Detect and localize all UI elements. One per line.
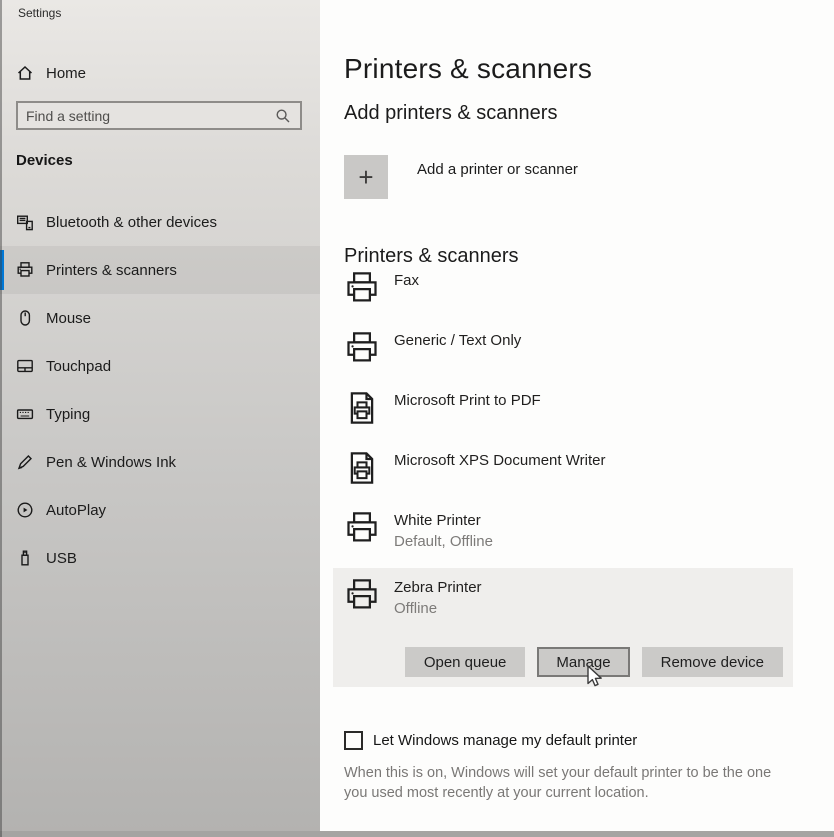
printer-action-buttons: Open queue Manage Remove device [405, 647, 783, 677]
printer-row-fax[interactable]: Fax [344, 270, 419, 306]
printer-name: Zebra Printer [394, 579, 482, 596]
printer-row-zebra-printer-expanded[interactable]: Zebra Printer Offline Open queue Manage … [333, 568, 793, 687]
printer-name: Generic / Text Only [394, 332, 521, 349]
sidebar-item-label: Typing [46, 406, 90, 423]
printer-status: Default, Offline [394, 533, 493, 550]
autoplay-icon [16, 501, 34, 519]
touchpad-icon [16, 357, 34, 375]
printer-row-white-printer[interactable]: White Printer Default, Offline [344, 510, 493, 550]
sidebar-item-label: Mouse [46, 310, 91, 327]
printer-row-microsoft-print-to-pdf[interactable]: Microsoft Print to PDF [344, 390, 541, 426]
printer-name: Microsoft XPS Document Writer [394, 452, 605, 469]
sidebar-item-label: Pen & Windows Ink [46, 454, 176, 471]
usb-icon [16, 549, 34, 567]
sidebar-item-mouse[interactable]: Mouse [0, 294, 320, 342]
manage-button[interactable]: Manage [537, 647, 629, 677]
search-box[interactable] [16, 101, 302, 130]
add-printer-label: Add a printer or scanner [417, 161, 578, 199]
sidebar-item-label: Touchpad [46, 358, 111, 375]
document-printer-icon [344, 450, 380, 486]
printer-icon [344, 577, 380, 613]
printer-row-zebra-printer[interactable]: Zebra Printer Offline [344, 577, 482, 617]
main-content: Printers & scanners Add printers & scann… [320, 0, 834, 837]
page-title: Printers & scanners [344, 53, 592, 85]
search-icon[interactable] [275, 108, 291, 124]
printer-name: Fax [394, 272, 419, 289]
keyboard-icon [16, 405, 34, 423]
sidebar-item-home[interactable]: Home [0, 56, 320, 90]
pen-icon [16, 453, 34, 471]
add-printer-button[interactable]: + Add a printer or scanner [344, 155, 578, 199]
plus-icon[interactable]: + [344, 155, 388, 199]
printer-status: Offline [394, 600, 482, 617]
sidebar-item-bluetooth-other-devices[interactable]: Bluetooth & other devices [0, 198, 320, 246]
default-printer-checkbox-row[interactable]: Let Windows manage my default printer [344, 731, 637, 750]
window-title: Settings [18, 6, 61, 20]
devices-icon [16, 213, 34, 231]
search-input[interactable] [18, 108, 275, 124]
sidebar-item-label: Bluetooth & other devices [46, 214, 217, 231]
settings-window: Settings Home Devices [0, 0, 834, 837]
sidebar-item-label: Printers & scanners [46, 262, 177, 279]
printer-name: White Printer [394, 512, 493, 529]
document-printer-icon [344, 390, 380, 426]
sidebar-item-autoplay[interactable]: AutoPlay [0, 486, 320, 534]
sidebar-item-touchpad[interactable]: Touchpad [0, 342, 320, 390]
window-left-edge [0, 0, 2, 837]
sidebar-item-usb[interactable]: USB [0, 534, 320, 582]
printer-icon [344, 330, 380, 366]
sidebar-item-label: Home [46, 65, 86, 82]
sidebar-item-label: USB [46, 550, 77, 567]
open-queue-button[interactable]: Open queue [405, 647, 526, 677]
default-printer-description: When this is on, Windows will set your d… [344, 763, 796, 804]
home-icon [16, 64, 34, 82]
sidebar-item-printers-scanners[interactable]: Printers & scanners [0, 246, 320, 294]
default-printer-checkbox-label: Let Windows manage my default printer [373, 732, 637, 749]
mouse-icon [16, 309, 34, 327]
printer-row-generic-text-only[interactable]: Generic / Text Only [344, 330, 521, 366]
window-bottom-edge [0, 831, 834, 837]
printers-list-heading: Printers & scanners [344, 245, 519, 268]
printer-name: Microsoft Print to PDF [394, 392, 541, 409]
sidebar-item-label: AutoPlay [46, 502, 106, 519]
sidebar-item-typing[interactable]: Typing [0, 390, 320, 438]
sidebar-section-heading: Devices [16, 152, 73, 169]
remove-device-button[interactable]: Remove device [642, 647, 783, 677]
add-printers-heading: Add printers & scanners [344, 102, 557, 125]
printer-icon [16, 261, 34, 279]
printer-row-microsoft-xps-document-writer[interactable]: Microsoft XPS Document Writer [344, 450, 605, 486]
printer-icon [344, 270, 380, 306]
sidebar: Settings Home Devices [0, 0, 320, 837]
printer-icon [344, 510, 380, 546]
default-printer-checkbox[interactable] [344, 731, 363, 750]
sidebar-item-pen-windows-ink[interactable]: Pen & Windows Ink [0, 438, 320, 486]
